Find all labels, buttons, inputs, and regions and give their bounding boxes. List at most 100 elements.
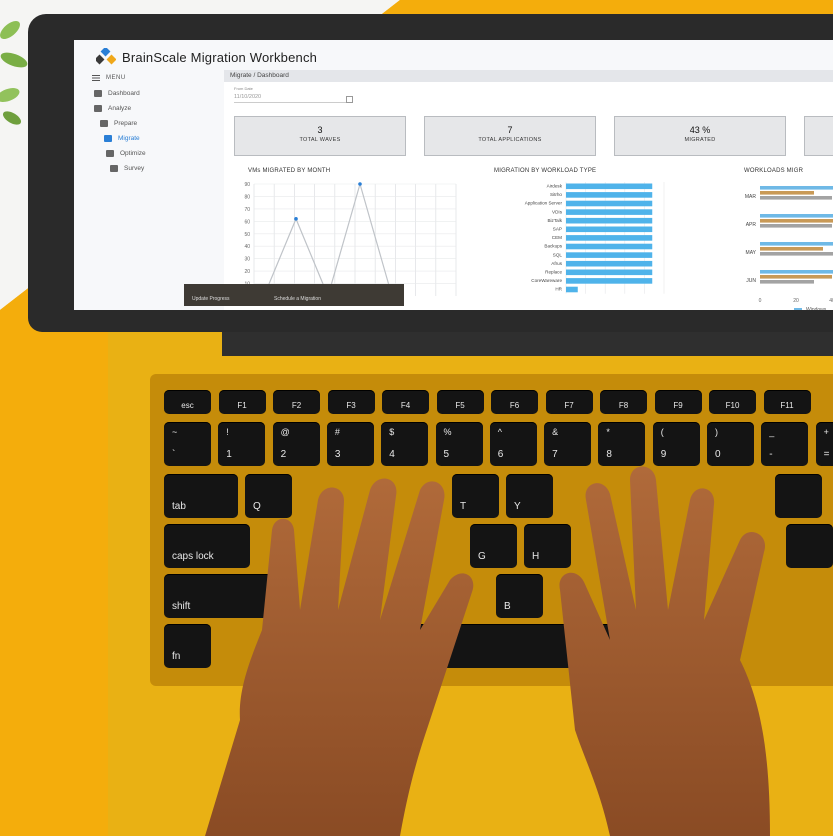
sidebar-item-migrate[interactable]: Migrate <box>104 135 140 142</box>
main-content: Migrate / Dashboard From Date 11/10/2020… <box>224 70 833 310</box>
sidebar-item-label: Prepare <box>114 120 138 127</box>
bar <box>566 278 653 284</box>
bar <box>566 183 653 190</box>
workload-bar-chart: Airdesk Sitrho Application Server VDIs BizTa… <box>525 182 665 294</box>
laptop-photo-scene: BrainScale Migration Workbench MENU Dash… <box>0 0 833 836</box>
sidebar-item-analyze[interactable]: Analyze <box>94 105 131 112</box>
key-shift-symbol: @ <box>280 427 290 437</box>
key-label: F9 <box>673 401 683 410</box>
key-label: 3 <box>334 449 341 460</box>
category-label: HR <box>555 287 562 292</box>
kpi-partial <box>804 116 833 156</box>
workload-chart-title: MIGRATION BY WORKLOAD TYPE <box>494 168 597 174</box>
survey-icon <box>110 165 118 172</box>
key-label: - <box>769 449 773 460</box>
kpi-label: MIGRATED <box>684 137 716 143</box>
sidebar-item-prepare[interactable]: Prepare <box>100 120 137 127</box>
bar <box>760 270 833 274</box>
key-label: 1 <box>226 449 232 460</box>
bar <box>760 214 833 218</box>
key-label: = <box>823 449 830 460</box>
breadcrumb-bar: Migrate / Dashboard <box>224 70 833 82</box>
y-tick-label: 30 <box>244 257 250 263</box>
fn-row-key-3[interactable]: F3 <box>327 390 375 414</box>
sidebar-item-label: Dashboard <box>108 90 140 97</box>
kpi-value: 3 <box>317 125 323 135</box>
category-label: Airdesk <box>547 184 563 189</box>
fn-row-key-11[interactable]: F11 <box>763 390 811 414</box>
screen-action-strip: Update Progress Schedule a Migration <box>184 284 404 306</box>
bar <box>760 191 814 195</box>
kpi-label: TOTAL WAVES <box>299 137 341 143</box>
kpi-value: 43 % <box>689 125 711 135</box>
hamburger-icon <box>92 75 100 81</box>
key-label: F11 <box>780 401 794 410</box>
fn-row-key-2[interactable]: F2 <box>273 390 320 414</box>
sidebar-item-optimize[interactable]: Optimize <box>106 150 146 157</box>
key-shift-symbol: ~ <box>172 427 178 437</box>
x-tick-label: 0 <box>759 298 762 304</box>
bar <box>566 243 653 250</box>
key-shift-symbol: + <box>823 427 829 437</box>
key-label: 8 <box>606 449 612 460</box>
key-label: esc <box>181 401 194 410</box>
bar <box>760 280 814 284</box>
category-label: VDIs <box>552 209 563 214</box>
x-tick-label: 20 <box>793 298 799 304</box>
calendar-icon[interactable] <box>346 96 353 103</box>
date-field-label: From Date <box>234 86 253 91</box>
sidebar-item-label: Survey <box>124 165 145 172</box>
sidebar-item-label: Migrate <box>118 135 140 142</box>
monthly-bar-chart: MAR APR MAY JUN 0 20 40Windows <box>745 186 833 310</box>
fn-row-key-4[interactable]: F4 <box>382 390 429 414</box>
prepare-icon <box>100 120 108 127</box>
analyze-icon <box>94 105 102 112</box>
update-progress-button[interactable]: Update Progress <box>192 296 230 302</box>
key-shift-symbol: ( <box>660 427 664 437</box>
bar <box>566 286 578 293</box>
bar <box>566 252 653 258</box>
date-input[interactable]: 11/10/2020 <box>234 92 352 103</box>
key-label: F10 <box>725 401 740 410</box>
kpi-value: 7 <box>507 125 513 135</box>
bar <box>566 209 653 215</box>
fn-row-key-10[interactable]: F10 <box>709 390 756 414</box>
key-label: 9 <box>660 449 667 460</box>
bar <box>760 196 832 200</box>
fn-row-key-0[interactable]: esc <box>164 390 211 414</box>
laptop-hinge <box>222 332 833 356</box>
schedule-migration-button[interactable]: Schedule a Migration <box>274 296 321 302</box>
sidebar-item-dashboard[interactable]: Dashboard <box>94 90 140 97</box>
fn-row-key-5[interactable]: F5 <box>436 390 484 414</box>
key-shift-symbol: $ <box>389 427 395 437</box>
bar <box>566 226 653 233</box>
category-label: MAY <box>746 250 757 256</box>
category-label: CEM <box>552 235 562 240</box>
key-label: 6 <box>497 449 504 460</box>
legend-swatch <box>794 308 802 310</box>
key-shift-symbol: % <box>443 427 452 437</box>
fn-row-key-8[interactable]: F8 <box>600 390 647 414</box>
key-label: F5 <box>455 401 465 410</box>
category-label: SQL <box>553 252 563 257</box>
bar <box>760 186 833 190</box>
key-label: 7 <box>552 449 558 460</box>
y-tick-label: 60 <box>244 219 250 225</box>
menu-header[interactable]: MENU <box>92 75 126 81</box>
vm-chart-title: VMs MIGRATED BY MONTH <box>248 168 331 174</box>
sidebar: MENU Dashboard Analyze Prepare Migrate Optim… <box>74 70 222 310</box>
fn-row-key-9[interactable]: F9 <box>654 390 702 414</box>
fn-row-key-1[interactable]: F1 <box>218 390 266 414</box>
category-label: Sitrho <box>550 192 562 197</box>
dashboard-icon <box>94 90 102 97</box>
optimize-icon <box>106 150 114 157</box>
y-tick-label: 70 <box>244 207 250 213</box>
fn-row-key-7[interactable]: F7 <box>545 390 593 414</box>
fn-row-key-6[interactable]: F6 <box>491 390 538 414</box>
y-tick-label: 80 <box>244 194 250 200</box>
sidebar-item-survey[interactable]: Survey <box>110 165 144 172</box>
app-title: BrainScale Migration Workbench <box>122 50 318 65</box>
category-label: SAP <box>553 227 562 232</box>
sidebar-item-label: Analyze <box>108 105 132 112</box>
key-label: F4 <box>400 401 411 410</box>
